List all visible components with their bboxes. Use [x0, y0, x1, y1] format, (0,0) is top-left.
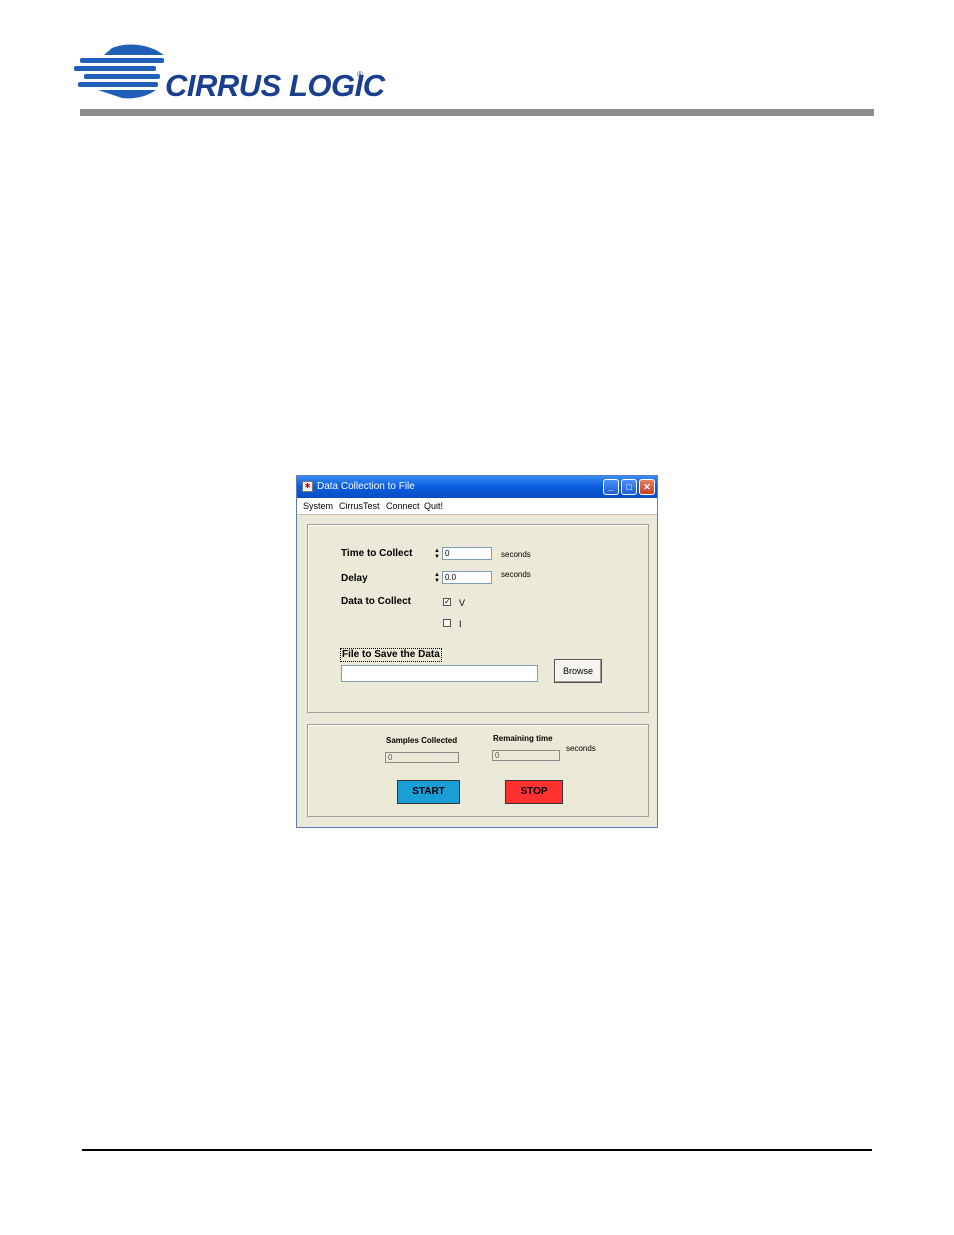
samples-collected-field: 0 [385, 752, 459, 763]
collection-settings-group: Time to Collect ▲ ▼ 0 seconds Delay ▲ ▼ 0.… [307, 524, 649, 713]
brand-name: CIRRUS LOGIC [165, 68, 385, 103]
time-unit-label: seconds [501, 550, 531, 559]
time-to-collect-label: Time to Collect [341, 548, 413, 559]
minimize-button[interactable]: _ [603, 479, 619, 495]
remaining-time-label: Remaining time [493, 734, 553, 743]
checkbox-v[interactable]: ✓ [443, 598, 451, 606]
delay-unit-label: seconds [501, 570, 531, 579]
delay-input[interactable]: 0.0 [442, 571, 492, 584]
file-path-input[interactable] [341, 665, 538, 682]
data-collection-window: ✱ Data Collection to File _ □ ✕ System C… [296, 475, 658, 828]
checkbox-i[interactable] [443, 619, 451, 627]
checkbox-i-label: I [459, 619, 462, 629]
time-spinner-icon[interactable]: ▲ ▼ [434, 548, 440, 560]
delay-spinner-icon[interactable]: ▲ ▼ [434, 572, 440, 584]
start-button[interactable]: START [397, 780, 460, 804]
remaining-unit-label: seconds [566, 744, 596, 753]
time-to-collect-input[interactable]: 0 [442, 547, 492, 560]
stop-button[interactable]: STOP [505, 780, 563, 804]
menu-bar: System CirrusTest Connect Quit! [297, 498, 657, 515]
browse-button[interactable]: Browse [554, 659, 602, 683]
window-title: Data Collection to File [317, 481, 415, 492]
checkbox-v-label: V [459, 598, 466, 608]
data-to-collect-label: Data to Collect [341, 596, 412, 607]
status-group: Samples Collected 0 Remaining time 0 sec… [307, 724, 649, 817]
menu-connect[interactable]: Connect [386, 500, 420, 512]
file-to-save-label: File to Save the Data [340, 648, 442, 662]
samples-collected-label: Samples Collected [386, 736, 458, 745]
registered-mark: ® [357, 70, 363, 79]
app-icon: ✱ [302, 481, 313, 492]
menu-system[interactable]: System [303, 500, 333, 512]
close-button[interactable]: ✕ [639, 479, 655, 495]
maximize-button[interactable]: □ [621, 479, 637, 495]
menu-quit[interactable]: Quit! [424, 500, 443, 512]
footer-rule [82, 1149, 872, 1151]
delay-label: Delay [341, 573, 368, 584]
header-bar [80, 109, 874, 116]
remaining-time-field: 0 [492, 750, 560, 761]
menu-cirrustest[interactable]: CirrusTest [339, 500, 380, 512]
title-bar[interactable]: ✱ Data Collection to File _ □ ✕ [297, 476, 657, 498]
